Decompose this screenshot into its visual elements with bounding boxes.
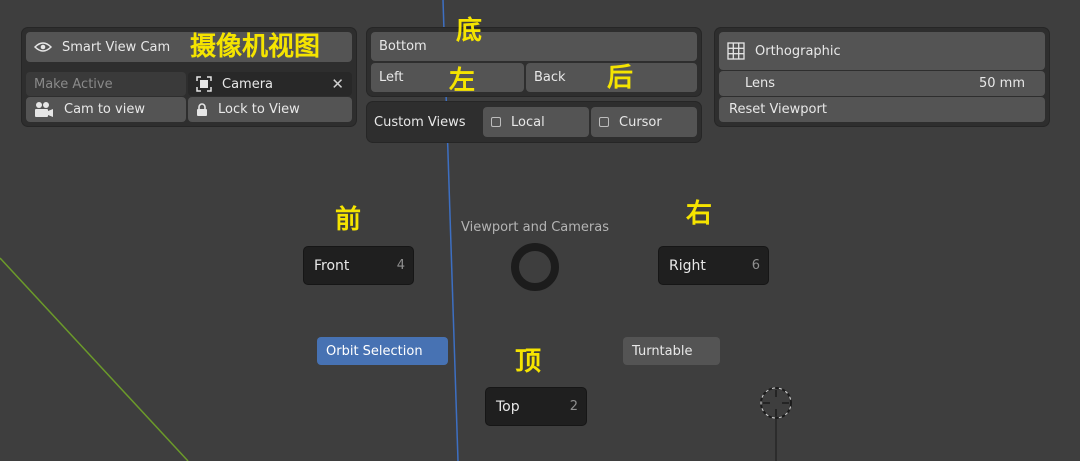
- back-label: Back: [534, 70, 566, 85]
- orthographic-button[interactable]: Orthographic: [719, 32, 1045, 70]
- orbit-selection-label: Orbit Selection: [326, 343, 423, 359]
- bottom-view-button[interactable]: Bottom: [371, 32, 697, 61]
- checkbox-icon: [491, 117, 501, 127]
- annotation-front: 前: [335, 205, 362, 235]
- projection-panel: Orthographic Lens 50 mm Reset Viewport: [715, 28, 1049, 126]
- eye-icon: [34, 41, 52, 53]
- annotation-top: 顶: [515, 347, 542, 377]
- camera-value: Camera: [222, 76, 274, 92]
- lens-field[interactable]: Lens 50 mm: [719, 71, 1045, 96]
- close-icon[interactable]: ✕: [331, 75, 344, 93]
- right-key: 6: [751, 258, 760, 273]
- lock-to-view-button[interactable]: Lock to View: [188, 97, 352, 122]
- front-key: 4: [396, 258, 405, 273]
- front-label: Front: [314, 257, 350, 274]
- front-view-button[interactable]: Front 4: [304, 247, 413, 284]
- camera-panel: Smart View Cam 摄像机视图 Make Active Camera …: [22, 28, 356, 126]
- cam-to-view-button[interactable]: Cam to view: [26, 97, 186, 122]
- right-view-button[interactable]: Right 6: [659, 247, 768, 284]
- lens-label: Lens: [745, 76, 776, 91]
- local-label: Local: [511, 114, 545, 130]
- left-view-button[interactable]: Left: [371, 63, 524, 92]
- top-key: 2: [569, 399, 578, 414]
- y-axis-line: [0, 257, 189, 461]
- bottom-label: Bottom: [379, 39, 427, 54]
- orthographic-label: Orthographic: [755, 43, 841, 59]
- annotation-left: 左: [449, 66, 476, 96]
- annotation-camera-view: 摄像机视图: [190, 32, 321, 62]
- top-view-button[interactable]: Top 2: [486, 388, 586, 425]
- right-label: Right: [669, 257, 706, 274]
- custom-views-label: Custom Views: [374, 115, 466, 130]
- turntable-label: Turntable: [632, 343, 693, 359]
- cursor-label: Cursor: [619, 114, 662, 130]
- make-active-label: Make Active: [34, 76, 113, 92]
- cursor-toggle[interactable]: Cursor: [591, 107, 697, 137]
- reset-viewport-label: Reset Viewport: [729, 102, 827, 117]
- turntable-button[interactable]: Turntable: [623, 337, 720, 365]
- custom-views-panel: Custom Views Local Cursor: [367, 102, 701, 142]
- camera-selector[interactable]: Camera ✕: [188, 72, 352, 96]
- make-active-button[interactable]: Make Active: [26, 72, 186, 96]
- pie-center-ring: [511, 243, 559, 291]
- reset-viewport-button[interactable]: Reset Viewport: [719, 97, 1045, 122]
- cam-to-view-label: Cam to view: [64, 102, 145, 117]
- 3d-cursor-icon: [760, 387, 792, 419]
- annotation-bottom: 底: [456, 16, 483, 46]
- pie-menu-title: Viewport and Cameras: [461, 220, 610, 235]
- views-panel: Bottom Left Back: [367, 28, 701, 96]
- lock-to-view-label: Lock to View: [218, 102, 300, 117]
- annotation-right: 右: [686, 199, 713, 229]
- smart-view-cam-label: Smart View Cam: [62, 39, 171, 55]
- camera-frame-icon: [196, 76, 212, 92]
- checkbox-icon: [599, 117, 609, 127]
- annotation-back: 后: [607, 63, 634, 93]
- grid-icon: [727, 42, 745, 60]
- left-label: Left: [379, 70, 404, 85]
- lens-value: 50 mm: [978, 76, 1025, 91]
- orbit-selection-button[interactable]: Orbit Selection: [317, 337, 448, 365]
- local-toggle[interactable]: Local: [483, 107, 589, 137]
- top-label: Top: [496, 398, 520, 415]
- movie-camera-icon: [34, 101, 54, 119]
- lock-icon: [196, 102, 208, 117]
